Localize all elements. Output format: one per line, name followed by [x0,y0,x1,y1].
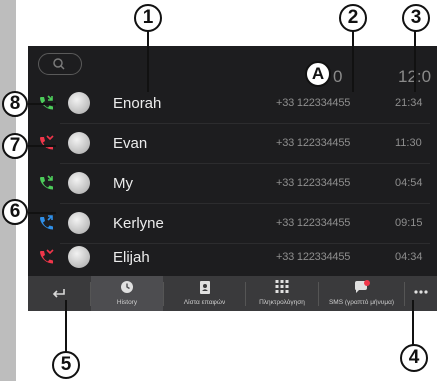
tab-sms[interactable]: SMS (γραπτό μήνυμα) [319,276,404,311]
avatar [68,132,90,154]
avatar [68,92,90,114]
contact-number: +33 122334455 [276,251,351,263]
missed-call-icon [40,135,54,150]
callout-a: A [305,61,331,87]
back-button[interactable] [28,276,90,311]
tab-history[interactable]: History [91,276,163,311]
leader-line [28,103,56,105]
back-arrow-icon [52,289,65,298]
contact-name: Kerlyne [113,215,164,232]
call-time: 11:30 [395,137,422,149]
missed-call-icon [40,249,54,264]
leader-line [28,212,56,214]
callout-3: 3 [402,4,430,32]
call-row[interactable]: My +33 122334455 04:54 [28,166,437,200]
callout-4: 4 [400,344,428,372]
row-divider [60,203,430,204]
call-row[interactable]: Evan +33 122334455 11:30 [28,126,437,160]
callout-7: 7 [2,133,28,159]
contact-number: +33 122334455 [276,217,351,229]
leader-line [28,145,56,147]
row-divider [60,123,430,124]
search-icon [53,58,65,70]
call-time: 09:15 [395,217,423,229]
avatar [68,172,90,194]
call-time: 04:34 [395,251,423,263]
top-bar: 0 12:0 [28,46,437,86]
call-row[interactable]: Elijah +33 122334455 04:34 [28,240,437,274]
more-dots-icon [414,290,428,294]
leader-line [147,30,149,92]
call-time: 21:34 [395,97,423,109]
call-row[interactable]: Kerlyne +33 122334455 09:15 [28,206,437,240]
callout-8: 8 [2,91,28,117]
call-row[interactable]: Enorah +33 122334455 21:34 [28,86,437,120]
contact-number: +33 122334455 [276,137,351,149]
leader-line [412,300,414,346]
incoming-call-icon [40,175,53,190]
page-side-bar [0,0,16,381]
contact-number: +33 122334455 [276,97,351,109]
contact-name: Evan [113,135,148,152]
outgoing-call-icon [40,215,53,230]
call-time: 04:54 [395,177,423,189]
tab-label: SMS (γραπτό μήνυμα) [328,299,395,306]
callout-6: 6 [2,199,28,225]
leader-line [65,300,67,354]
callout-2: 2 [339,4,367,32]
contact-name: My [113,175,133,192]
avatar [68,212,90,234]
call-history-screen: 0 12:0 Enorah +33 122334455 21:34 Evan +… [28,46,437,311]
leader-line [414,30,416,92]
tab-contacts[interactable]: Λίστα επαφών [164,276,245,311]
contact-name: Enorah [113,95,162,112]
more-options-button[interactable] [405,276,437,311]
tab-label: History [116,299,138,306]
tab-keypad[interactable]: Πληκτρολόγηση [246,276,318,311]
bottom-tab-bar: History Λίστα επαφών Πληκτρολόγηση SMS (… [28,276,437,311]
callout-1: 1 [134,4,162,32]
search-button[interactable] [38,53,82,75]
callout-5: 5 [52,351,80,379]
contact-number: +33 122334455 [276,177,351,189]
sms-icon [354,280,370,293]
keypad-icon [275,280,289,293]
avatar [68,246,90,268]
clock-icon [121,281,133,293]
contact-name: Elijah [113,249,150,266]
contacts-icon [199,281,210,294]
top-partial-value: 0 [333,67,343,86]
tab-label: Λίστα επαφών [183,299,226,306]
tab-label: Πληκτρολόγηση [259,299,305,306]
leader-line [352,30,354,92]
row-divider [60,163,430,164]
